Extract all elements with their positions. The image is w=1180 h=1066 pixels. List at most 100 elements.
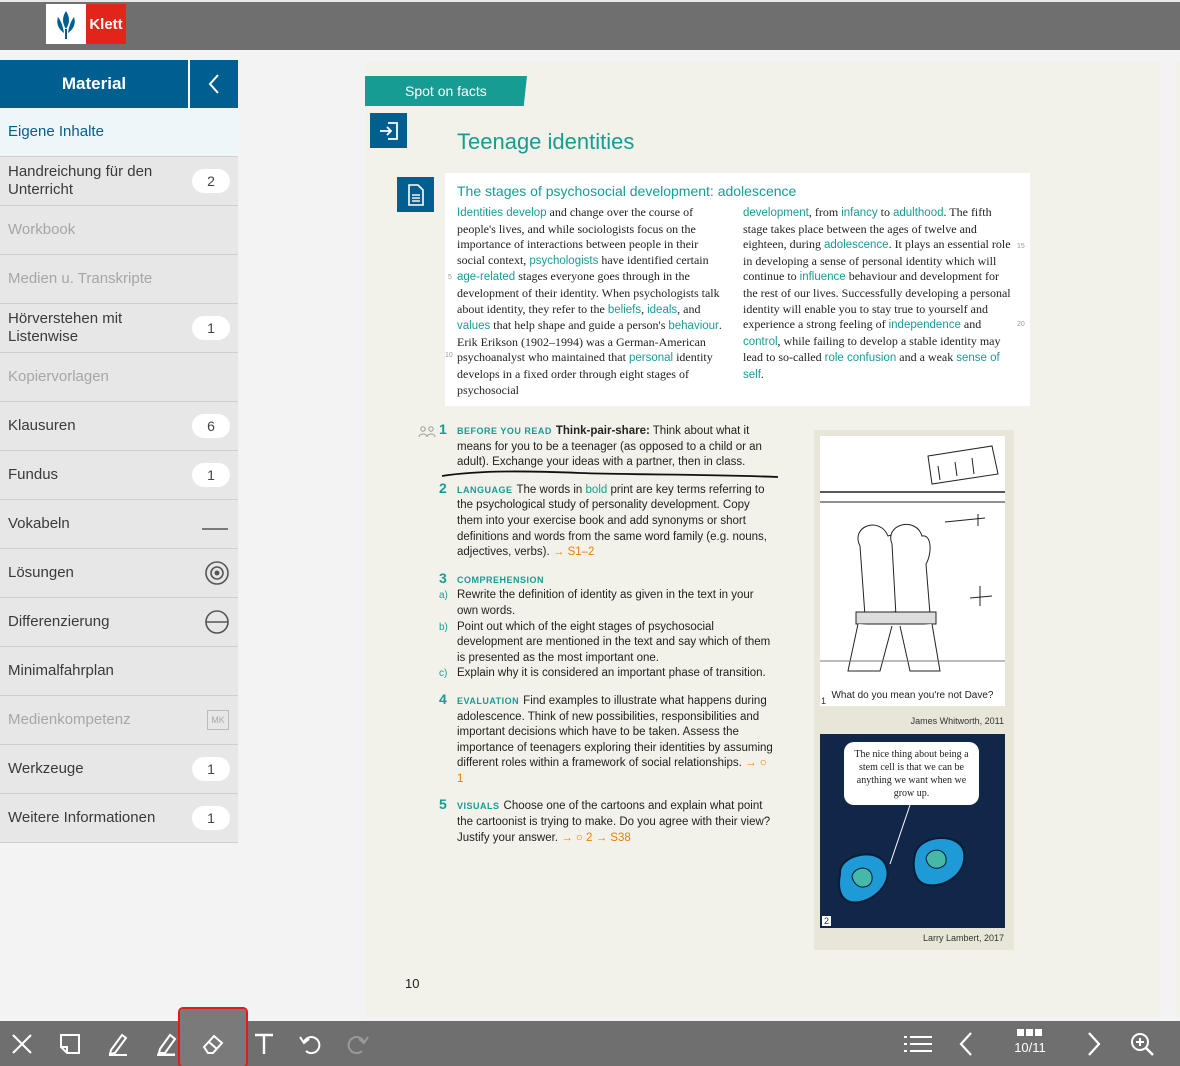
key-term: role confusion: [824, 352, 897, 365]
sidebar-item-workbook: Workbook: [0, 206, 238, 255]
eraser-icon: [202, 1034, 224, 1054]
sidebar-item-label: Medienkompetenz: [8, 711, 131, 728]
task-keyword: VISUALS: [457, 801, 500, 812]
page-counter: 10/11: [1014, 1040, 1046, 1055]
key-term: development: [743, 207, 809, 219]
book-page[interactable]: Spot on facts Teenage identities The sta…: [365, 62, 1160, 1017]
subtask-text: Point out which of the eight stages of p…: [457, 620, 771, 664]
close-icon: [12, 1033, 32, 1054]
previous-page-button[interactable]: [944, 1021, 988, 1066]
page-number: 10: [405, 976, 420, 991]
sidebar-item-hoerverstehen[interactable]: Hörverstehen mit Listenwise 1: [0, 304, 238, 353]
text-document-button[interactable]: [397, 177, 434, 212]
sidebar-item-differenzierung[interactable]: Differenzierung: [0, 598, 238, 647]
pair-work-icon: [418, 426, 436, 438]
cartoon-hoodies-image[interactable]: [820, 436, 1005, 706]
pen-button[interactable]: [96, 1021, 140, 1066]
redo-button[interactable]: [336, 1021, 380, 1066]
undo-button[interactable]: [288, 1021, 332, 1066]
task-3: 3 COMPREHENSION a) Rewrite the definition…: [415, 569, 775, 682]
chevron-left-icon: [208, 74, 219, 94]
task-keyword: BEFORE YOU READ: [457, 426, 552, 436]
sidebar-item-label: Medien u. Transkripte: [8, 270, 153, 287]
cartoon-stem-cell-image[interactable]: The nice thing about being a stem cell i…: [820, 734, 1005, 928]
task-reference[interactable]: → S1–2: [553, 546, 595, 558]
chevron-left-icon: [959, 1031, 972, 1056]
sidebar-item-fundus[interactable]: Fundus 1: [0, 451, 238, 500]
open-link-button[interactable]: [370, 113, 407, 148]
text-column-left: Identities develop and change over the c…: [457, 205, 725, 398]
sidebar-item-loesungen[interactable]: Lösungen: [0, 549, 238, 598]
sidebar-item-weitere-informationen[interactable]: Weitere Informationen 1: [0, 794, 238, 843]
line-number: 10: [445, 352, 453, 359]
sidebar-item-label: Werkzeuge: [8, 760, 84, 777]
undo-icon: [299, 1035, 321, 1054]
sidebar-item-vokabeln[interactable]: Vokabeln: [0, 500, 238, 549]
key-term: personal: [628, 352, 674, 365]
next-page-edge: [1176, 62, 1180, 1017]
mk-icon: MK: [207, 710, 229, 730]
subtask: a) Rewrite the definition of identity as …: [439, 588, 775, 619]
task-number: 5: [439, 796, 447, 813]
task-number: 4: [439, 690, 447, 707]
subtask-text: Rewrite the definition of identity as gi…: [457, 589, 754, 617]
zoom-in-icon: [1131, 1032, 1154, 1056]
pen-icon: [108, 1033, 128, 1056]
sidebar-item-medienkompetenz: Medienkompetenz MK: [0, 696, 238, 745]
task-bold: Think-pair-share:: [555, 425, 650, 437]
sidebar-item-label: Kopiervorlagen: [8, 368, 109, 385]
cartoon-1-caption: What do you mean you're not Dave?: [831, 690, 994, 701]
sidebar-item-klausuren[interactable]: Klausuren 6: [0, 402, 238, 451]
text-tool-button[interactable]: [242, 1021, 286, 1066]
task-text: Find examples to illustrate what happens…: [457, 694, 773, 770]
sidebar-item-label: Klausuren: [8, 417, 76, 434]
sidebar-header: Material: [0, 60, 238, 108]
note-button[interactable]: [48, 1021, 92, 1066]
body-text: , from: [808, 205, 842, 219]
eraser-button[interactable]: [178, 1007, 248, 1066]
zoom-button[interactable]: [1120, 1021, 1164, 1066]
brand-name: Klett: [86, 4, 126, 44]
subtask: c) Explain why it is considered an import…: [439, 666, 775, 682]
body-text: and a weak: [896, 350, 957, 365]
line-number: 5: [448, 274, 452, 281]
document-icon: [407, 183, 424, 206]
sidebar-item-werkzeuge[interactable]: Werkzeuge 1: [0, 745, 238, 794]
key-term: adulthood: [892, 207, 944, 219]
subtask-letter: a): [439, 590, 448, 602]
sticky-note-icon: [60, 1033, 80, 1054]
sidebar-item-handreichung[interactable]: Handreichung für den Unterricht 2: [0, 157, 238, 206]
task-4: 4 EVALUATION Find examples to illustrate …: [415, 690, 775, 788]
task-keyword: EVALUATION: [457, 695, 520, 706]
table-of-contents-button[interactable]: [896, 1021, 940, 1066]
collapse-sidebar-button[interactable]: [188, 60, 238, 108]
ink-annotation-underline[interactable]: [440, 468, 780, 480]
chevron-right-icon: [1088, 1031, 1101, 1056]
list-icon: [904, 1035, 932, 1052]
key-term: beliefs: [607, 303, 642, 316]
sidebar-item-medien: Medien u. Transkripte: [0, 255, 238, 304]
task-list: 1 BEFORE YOU READ Think-pair-share: Think…: [415, 421, 775, 858]
sidebar-item-label: Weitere Informationen: [8, 809, 156, 826]
sidebar-item-eigene-inhalte[interactable]: Eigene Inhalte: [0, 108, 238, 157]
sidebar-item-label: Eigene Inhalte: [8, 123, 104, 140]
key-term: influence: [799, 271, 846, 284]
sidebar-item-label: Lösungen: [8, 564, 74, 581]
task-reference[interactable]: → ○ 2 → S38: [561, 832, 631, 844]
klett-logo[interactable]: Klett: [46, 4, 126, 44]
subtask-letter: b): [439, 621, 448, 633]
body-text: have identified certain: [598, 252, 709, 267]
count-badge: 1: [192, 806, 230, 830]
page-indicator[interactable]: 10/11: [1008, 1025, 1052, 1055]
cartoon-2-number: 2: [822, 916, 832, 926]
sidebar-item-minimalfahrplan[interactable]: Minimalfahrplan: [0, 647, 238, 696]
task-1: 1 BEFORE YOU READ Think-pair-share: Think…: [415, 421, 775, 471]
close-button[interactable]: [0, 1021, 44, 1066]
task-number: 3: [439, 569, 447, 586]
enter-link-icon: [379, 121, 398, 140]
bottom-toolbar: 10/11: [0, 1007, 1180, 1066]
info-text-box: The stages of psychosocial development: …: [445, 173, 1030, 406]
next-page-button[interactable]: [1072, 1021, 1116, 1066]
count-badge: 6: [192, 414, 230, 438]
key-term: psychologists: [529, 254, 599, 267]
